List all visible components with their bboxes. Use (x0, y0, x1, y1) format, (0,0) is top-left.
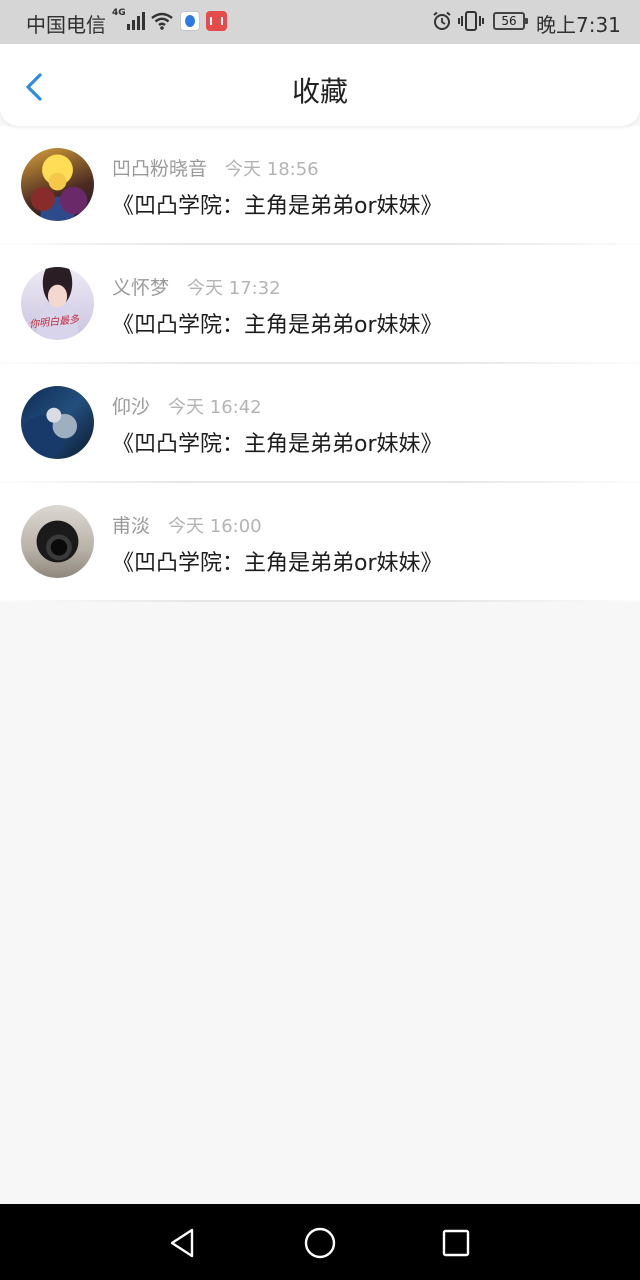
alarm-icon (433, 11, 451, 30)
avatar[interactable] (21, 505, 94, 578)
favorite-title[interactable]: 《凹凸学院：主角是弟弟or妹妹》 (112, 307, 443, 339)
navigation-bar (0, 1204, 640, 1280)
favorite-item[interactable]: 你明白最多 义怀梦 今天 17:32 《凹凸学院：主角是弟弟or妹妹》 (0, 245, 640, 364)
carrier-name: 中国电信 (26, 13, 106, 37)
baidu-app-icon (180, 11, 200, 31)
avatar[interactable] (21, 386, 94, 459)
favorite-title[interactable]: 《凹凸学院：主角是弟弟or妹妹》 (112, 545, 443, 577)
circle-home-icon[interactable] (303, 1226, 337, 1260)
author-name[interactable]: 凹凸粉晓音 (112, 158, 207, 180)
divider (0, 600, 640, 602)
huawei-mail-icon (206, 11, 227, 31)
network-type: 4G (112, 8, 126, 18)
favorite-item[interactable]: 仰沙 今天 16:42 《凹凸学院：主角是弟弟or妹妹》 (0, 364, 640, 483)
header: 收藏 (0, 44, 640, 126)
status-bar: 中国电信 4G 56 晚上7:31 (0, 0, 640, 44)
author-name[interactable]: 甫淡 (112, 515, 150, 537)
favorite-title[interactable]: 《凹凸学院：主角是弟弟or妹妹》 (112, 188, 443, 220)
avatar-signature: 你明白最多 (28, 314, 80, 331)
favorite-time: 今天 17:32 (187, 278, 281, 299)
favorites-list: 凹凸粉晓音 今天 18:56 《凹凸学院：主角是弟弟or妹妹》 你明白最多 义怀梦… (0, 126, 640, 602)
status-time: 晚上7:31 (536, 13, 621, 37)
favorite-time: 今天 16:42 (168, 397, 262, 418)
favorite-item[interactable]: 凹凸粉晓音 今天 18:56 《凹凸学院：主角是弟弟or妹妹》 (0, 126, 640, 245)
favorite-time: 今天 16:00 (168, 516, 262, 537)
avatar[interactable] (21, 148, 94, 221)
wifi-icon (151, 12, 173, 30)
author-name[interactable]: 仰沙 (112, 396, 150, 418)
battery-level: 56 (501, 14, 517, 28)
author-name[interactable]: 义怀梦 (112, 277, 169, 299)
vibrate-icon (458, 11, 484, 31)
favorite-time: 今天 18:56 (225, 159, 319, 180)
battery-icon: 56 (493, 12, 528, 30)
page-title: 收藏 (291, 75, 348, 108)
signal-icon (127, 12, 145, 30)
square-recents-icon[interactable] (439, 1226, 473, 1260)
triangle-back-icon[interactable] (166, 1226, 200, 1260)
favorite-title[interactable]: 《凹凸学院：主角是弟弟or妹妹》 (112, 426, 443, 458)
favorite-item[interactable]: 甫淡 今天 16:00 《凹凸学院：主角是弟弟or妹妹》 (0, 483, 640, 602)
avatar[interactable]: 你明白最多 (21, 267, 94, 340)
